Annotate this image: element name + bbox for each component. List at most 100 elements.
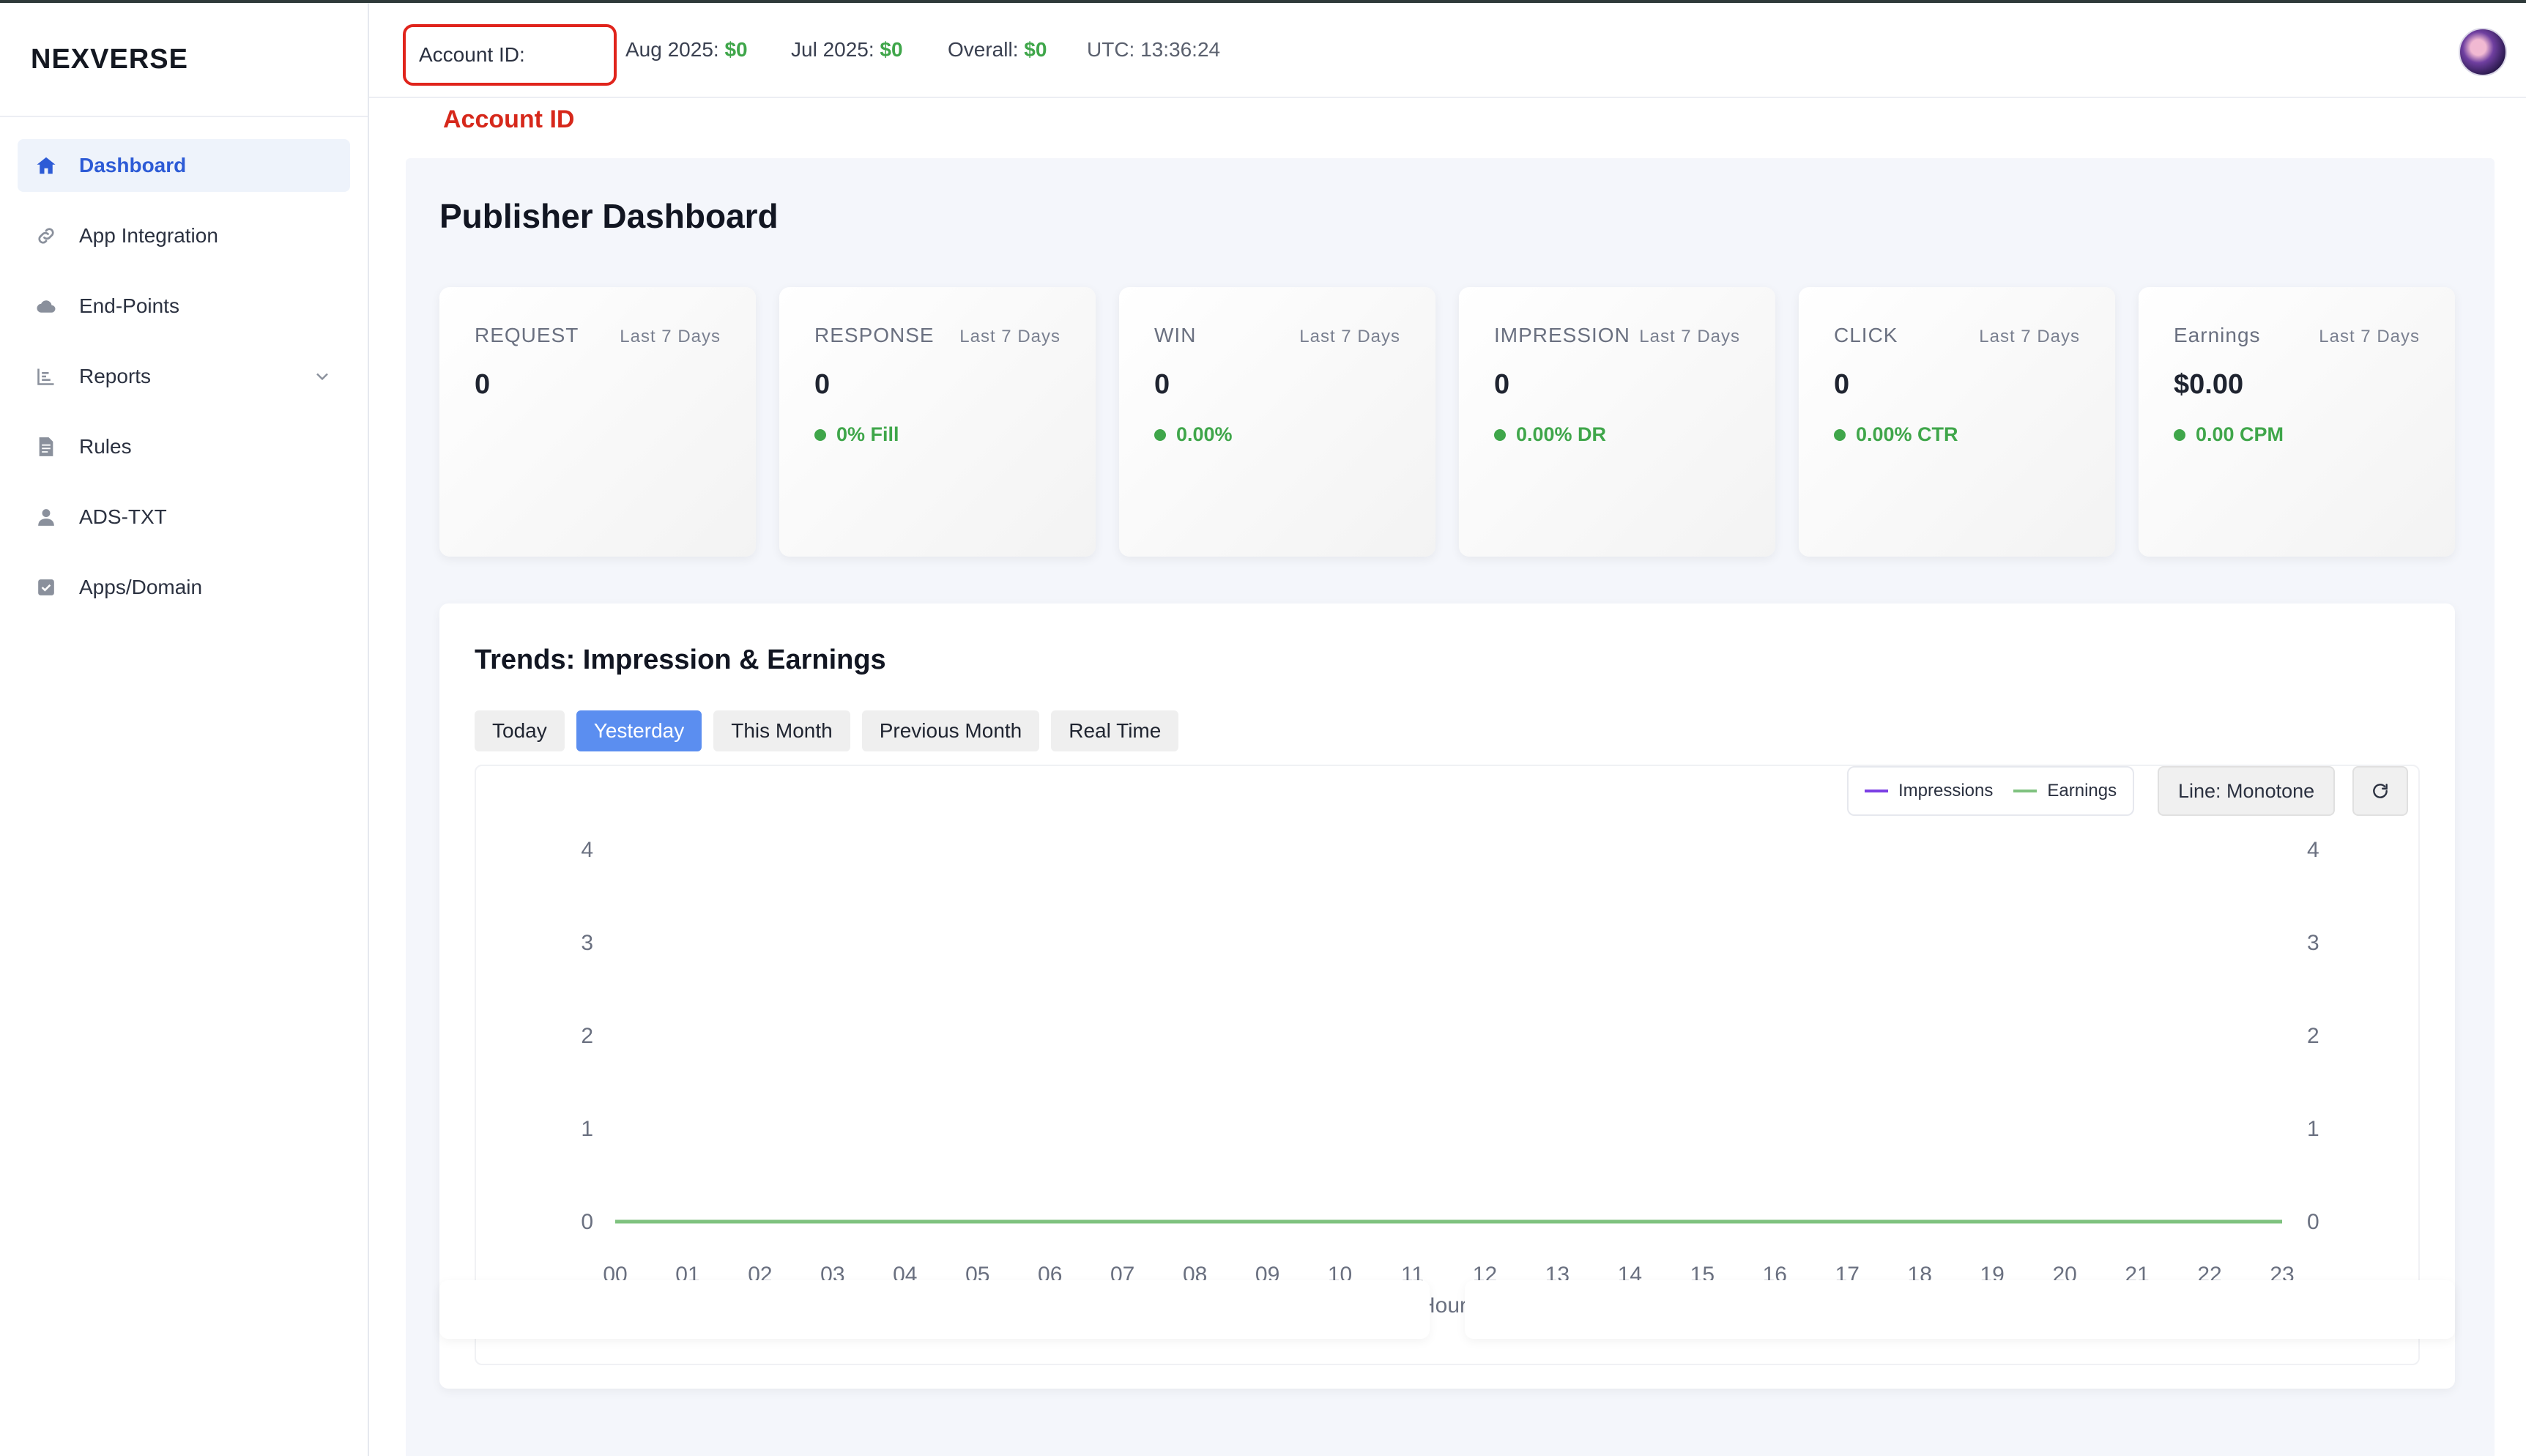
- y-tick-label: 0: [581, 1210, 593, 1234]
- card-sub-text: 0% Fill: [836, 423, 899, 445]
- sidebar: NEXVERSE Dashboard App Integration End-P…: [0, 3, 369, 1456]
- overall-label: Overall:: [948, 38, 1019, 61]
- tab-real-time[interactable]: Real Time: [1051, 710, 1179, 751]
- sidebar-item-ads-txt[interactable]: ADS-TXT: [18, 491, 350, 543]
- sidebar-item-label: Apps/Domain: [79, 576, 203, 598]
- main-panel: Publisher Dashboard REQUEST Last 7 Days …: [406, 158, 2495, 1456]
- tab-this-month[interactable]: This Month: [713, 710, 850, 751]
- date-range-tabs: Today Yesterday This Month Previous Mont…: [475, 710, 1190, 751]
- status-dot-icon: [814, 428, 826, 441]
- card-label: RESPONSE: [814, 324, 935, 346]
- overall-value: $0: [1024, 38, 1047, 61]
- sidebar-item-rules[interactable]: Rules: [18, 420, 350, 473]
- aug-value: $0: [724, 38, 748, 61]
- sidebar-item-label: ADS-TXT: [79, 505, 167, 528]
- y2-tick-label: 2: [2307, 1024, 2319, 1048]
- y-axis-right: 0 1 2 3 4: [2307, 838, 2319, 1234]
- stat-card-response: RESPONSE Last 7 Days 0 0% Fill: [779, 287, 1096, 557]
- card-period: Last 7 Days: [1639, 327, 1740, 346]
- sidebar-item-reports[interactable]: Reports: [18, 350, 350, 403]
- y2-tick-label: 4: [2307, 838, 2319, 862]
- status-dot-icon: [1494, 428, 1506, 441]
- tab-previous-month[interactable]: Previous Month: [861, 710, 1040, 751]
- cloud-icon: [34, 294, 59, 319]
- aug-label: Aug 2025:: [625, 38, 719, 61]
- top-bar: Account ID: Aug 2025: $0 Jul 2025: $0 Ov…: [369, 3, 2526, 98]
- y-tick-label: 4: [581, 838, 593, 862]
- checkbox-icon: [34, 575, 59, 600]
- y2-tick-label: 3: [2307, 931, 2319, 955]
- card-sub-text: 0.00 CPM: [2196, 423, 2284, 445]
- card-period: Last 7 Days: [2319, 327, 2420, 346]
- card-value: 0: [475, 369, 491, 400]
- card-period: Last 7 Days: [1979, 327, 2080, 346]
- trend-chart: Impressions Earnings Line: Monotone 0123…: [475, 765, 2420, 1365]
- home-icon: [34, 153, 59, 178]
- trends-panel: Trends: Impression & Earnings Today Yest…: [439, 603, 2455, 1389]
- brand-name: NEXVERSE: [31, 43, 188, 75]
- bottom-card-right: [1465, 1280, 2455, 1339]
- account-id-field[interactable]: Account ID:: [403, 24, 617, 86]
- avatar[interactable]: [2459, 28, 2507, 76]
- card-value: 0: [814, 369, 831, 400]
- overall-earnings-stat: Overall: $0: [948, 38, 1047, 62]
- y-tick-label: 1: [581, 1117, 593, 1141]
- sidebar-item-apps-domain[interactable]: Apps/Domain: [18, 561, 350, 614]
- stat-card-request: REQUEST Last 7 Days 0: [439, 287, 756, 557]
- card-period: Last 7 Days: [959, 327, 1060, 346]
- card-label: WIN: [1154, 324, 1197, 346]
- card-subvalue: 0.00 CPM: [2174, 423, 2284, 446]
- line-chart: 01234 01234 00 01 02 03 04 05 06 07 08 09 10 11 12 13…: [581, 838, 2319, 1318]
- sidebar-nav: Dashboard App Integration End-Points Rep…: [0, 117, 368, 614]
- sidebar-item-label: Rules: [79, 435, 132, 458]
- sidebar-item-label: End-Points: [79, 294, 179, 317]
- chevron-down-icon[interactable]: [312, 366, 333, 387]
- card-value: 0: [1494, 369, 1510, 400]
- brand-logo[interactable]: NEXVERSE: [0, 3, 368, 117]
- card-subvalue: 0% Fill: [814, 423, 899, 446]
- stat-card-click: CLICK Last 7 Days 0 0.00% CTR: [1799, 287, 2115, 557]
- card-sub-text: 0.00% CTR: [1856, 423, 1958, 445]
- stat-cards: REQUEST Last 7 Days 0 RESPONSE Last 7 Da…: [439, 287, 2455, 557]
- tab-yesterday[interactable]: Yesterday: [576, 710, 702, 751]
- status-dot-icon: [2174, 428, 2185, 441]
- y2-tick-label: 1: [2307, 1117, 2319, 1141]
- y-tick-label: 2: [581, 1024, 593, 1048]
- card-label: CLICK: [1834, 324, 1898, 346]
- bar-chart-icon: [34, 364, 59, 389]
- card-sub-text: 0.00% DR: [1516, 423, 1607, 445]
- card-sub-text: 0.00%: [1176, 423, 1233, 445]
- card-period: Last 7 Days: [620, 327, 721, 346]
- card-label: IMPRESSION: [1494, 324, 1630, 346]
- card-subvalue: 0.00%: [1154, 423, 1233, 446]
- stat-card-earnings: Earnings Last 7 Days $0.00 0.00 CPM: [2139, 287, 2455, 557]
- card-value: $0.00: [2174, 369, 2244, 400]
- card-subvalue: 0.00% CTR: [1834, 423, 1958, 446]
- status-dot-icon: [1154, 428, 1166, 441]
- account-id-annotation: Account ID: [443, 105, 575, 133]
- tab-today[interactable]: Today: [475, 710, 565, 751]
- card-label: REQUEST: [475, 324, 579, 346]
- sidebar-item-end-points[interactable]: End-Points: [18, 280, 350, 333]
- sidebar-item-label: Reports: [79, 365, 152, 387]
- jul-value: $0: [880, 38, 903, 61]
- card-period: Last 7 Days: [1299, 327, 1400, 346]
- page-title: Publisher Dashboard: [439, 197, 779, 235]
- aug-earnings-stat: Aug 2025: $0: [625, 38, 748, 62]
- sidebar-item-app-integration[interactable]: App Integration: [18, 209, 350, 262]
- trends-title: Trends: Impression & Earnings: [475, 645, 886, 675]
- card-value: 0: [1834, 369, 1850, 400]
- stat-card-impression: IMPRESSION Last 7 Days 0 0.00% DR: [1459, 287, 1775, 557]
- card-label: Earnings: [2174, 324, 2261, 346]
- document-icon: [34, 434, 59, 459]
- sidebar-item-dashboard[interactable]: Dashboard: [18, 139, 350, 192]
- y-axis-left: 0 1 2 3 4: [581, 838, 593, 1234]
- y-tick-label: 3: [581, 931, 593, 955]
- sidebar-item-label: Dashboard: [79, 154, 187, 177]
- card-subvalue: 0.00% DR: [1494, 423, 1606, 446]
- link-icon: [34, 223, 59, 248]
- stat-card-win: WIN Last 7 Days 0 0.00%: [1119, 287, 1435, 557]
- status-dot-icon: [1834, 428, 1846, 441]
- utc-clock: UTC: 13:36:24: [1087, 38, 1221, 61]
- y2-tick-label: 0: [2307, 1210, 2319, 1234]
